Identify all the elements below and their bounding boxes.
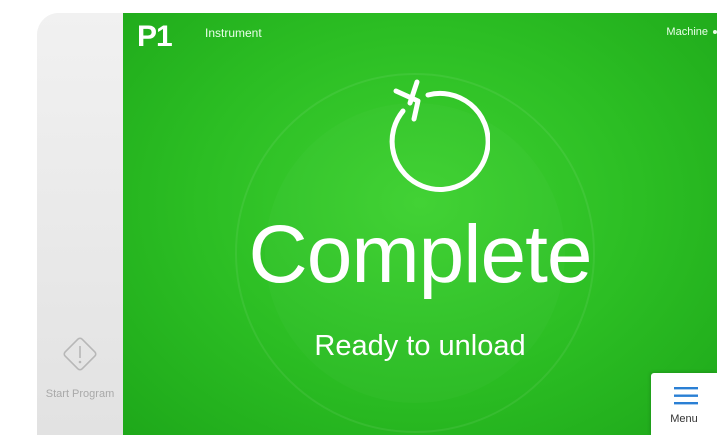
instrument-id: P1 — [137, 20, 173, 53]
start-program-label: Start Program — [45, 388, 115, 400]
start-program-diamond-icon — [63, 337, 97, 371]
instrument-label: Instrument — [205, 26, 262, 40]
machine-indicator[interactable]: Machine — [666, 26, 717, 38]
menu-button[interactable]: Menu — [651, 373, 717, 435]
sidebar: Start Program — [37, 13, 124, 435]
status-screen: P1 Instrument Machine Complete Ready to … — [123, 13, 717, 435]
instrument-device: Start Program P1 Instrument Machine Comp… — [37, 13, 717, 435]
machine-dot-icon — [713, 30, 717, 35]
start-program-button[interactable]: Start Program — [37, 325, 123, 435]
machine-label: Machine — [666, 26, 708, 38]
status-title: Complete — [248, 209, 593, 300]
hamburger-menu-icon — [674, 387, 698, 405]
status-subtitle: Ready to unload — [314, 330, 526, 362]
cycle-complete-icon — [389, 79, 490, 192]
menu-label: Menu — [670, 413, 698, 425]
